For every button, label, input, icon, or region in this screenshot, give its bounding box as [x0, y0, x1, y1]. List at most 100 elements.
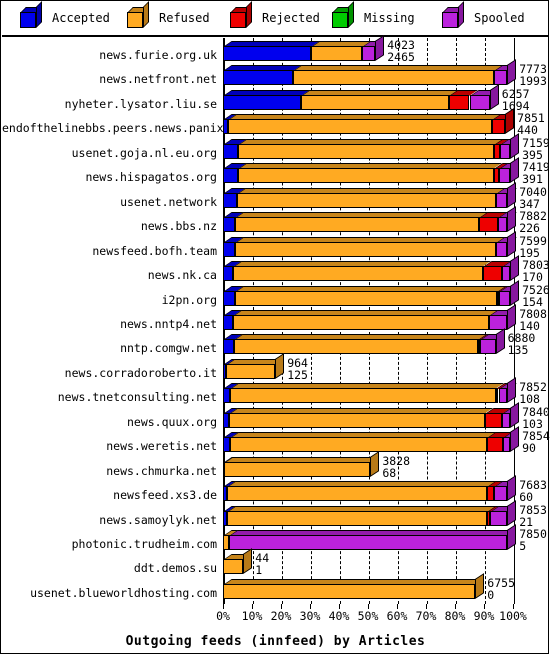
bar-value-secondary: 1993	[519, 74, 547, 89]
bar-segment-refused	[226, 486, 487, 502]
bar-value-secondary: 226	[519, 221, 540, 236]
bar-segment-accepted	[223, 143, 238, 159]
legend-swatch-icon	[442, 1, 468, 29]
category-label: endofthelinebbs.peers.news.panix.com	[2, 121, 252, 136]
bar-segment-spooled	[495, 192, 508, 208]
bar-value-total: 7853	[519, 502, 547, 517]
bar-end-cap	[507, 206, 517, 233]
bar-end-cap	[243, 548, 253, 575]
bar-value-secondary: 21	[519, 514, 534, 529]
bar-value-secondary: 135	[507, 343, 529, 358]
chart-frame: Accepted Refused Rejected Missing Spooled ne…	[0, 0, 550, 654]
bar-end-cap	[507, 230, 517, 257]
bar-segment-refused	[301, 94, 450, 110]
bar-segment-accepted	[223, 217, 236, 233]
legend-label: Rejected	[262, 11, 320, 25]
bar-segment-accepted	[223, 314, 233, 330]
bar-segment-spooled	[499, 143, 511, 159]
bar-segment-spooled	[497, 217, 508, 233]
bar-segment-rejected	[449, 94, 470, 110]
category-label: newsfeed.xs3.de	[113, 488, 217, 503]
table-row: 7599 195	[223, 230, 547, 263]
bar-value-secondary: 391	[522, 172, 543, 187]
bar-value-secondary: 108	[519, 392, 540, 407]
bar-end-cap	[507, 524, 517, 550]
bar-segment-refused	[227, 510, 487, 526]
x-tick-label: 100%	[499, 609, 527, 623]
x-tick-label: 50%	[357, 609, 379, 623]
category-label: ddt.demos.su	[133, 561, 217, 576]
category-label: news.tnetconsulting.net	[57, 390, 217, 405]
bar-value-secondary: 103	[522, 416, 543, 431]
bar-segment-spooled	[228, 535, 508, 550]
bar-value-secondary: 0	[487, 587, 495, 602]
table-row: 7852 108	[223, 377, 547, 409]
x-tick-label: 70%	[415, 609, 437, 623]
bar-segment-rejected	[486, 486, 495, 502]
bar-segment-accepted	[223, 192, 237, 208]
bar-segment-refused	[311, 46, 363, 61]
bar-segment-refused	[229, 412, 485, 428]
bar-end-cap	[507, 499, 517, 526]
category-label: news.hispagatos.org	[85, 170, 217, 185]
bar-segment-accepted	[223, 46, 312, 61]
table-row: 7526 154	[223, 279, 550, 312]
bar-segment-spooled	[495, 241, 508, 257]
x-tick-label: 10%	[241, 609, 263, 623]
x-tick-label: 90%	[473, 609, 495, 623]
bar-end-cap	[510, 132, 520, 159]
bar-segment-refused	[234, 241, 496, 257]
table-row: 7683 60	[223, 475, 547, 507]
bar-segment-accepted	[223, 290, 235, 306]
x-tick-label: 0%	[216, 609, 230, 623]
bar-segment-accepted	[223, 437, 230, 453]
bar-segment-refused	[233, 266, 483, 282]
category-label: news.nk.ca	[147, 268, 217, 283]
bar-segment-spooled	[489, 510, 508, 526]
bar-segment-refused	[234, 339, 478, 355]
category-label: news.furie.org.uk	[99, 48, 217, 62]
bar-end-cap	[507, 475, 517, 502]
bar-value-secondary: 395	[522, 147, 543, 162]
category-label: news.nntp4.net	[120, 316, 217, 331]
bar-value-secondary: 440	[517, 123, 538, 138]
x-tick-label: 80%	[444, 609, 466, 623]
legend-label: Spooled	[474, 11, 525, 25]
category-label: nntp.comgw.net	[120, 341, 217, 356]
legend-item-spooled: Spooled	[442, 1, 525, 29]
category-labels: news.furie.org.uk news.netfront.net nyhete…	[2, 38, 252, 604]
x-tick-label: 40%	[328, 609, 350, 623]
legend-item-missing: Missing	[332, 1, 415, 29]
bar-end-cap	[507, 304, 517, 330]
bar-end-cap	[507, 59, 517, 86]
bar-segment-spooled	[501, 266, 511, 282]
bar-segment-refused	[228, 119, 493, 135]
bar-end-cap	[475, 573, 485, 599]
legend-item-refused: Refused	[127, 1, 210, 29]
bar-segment-refused	[292, 70, 495, 86]
bar-segment-refused	[223, 559, 244, 575]
x-axis: 0% 10% 20% 30% 40% 50% 60% 70% 80% 90% 100%	[216, 604, 527, 624]
bar-segment-rejected	[478, 217, 498, 233]
table-row: 7419 391	[223, 157, 550, 189]
bar-value-secondary: 154	[522, 294, 543, 309]
bar-segment-rejected	[484, 412, 502, 428]
bar-segment-refused	[238, 168, 494, 184]
bar-segment-spooled	[498, 388, 508, 404]
bar-segment-rejected	[492, 119, 506, 135]
bar-end-cap	[370, 450, 380, 477]
bar-segment-refused	[223, 461, 371, 477]
bar-end-cap	[510, 279, 520, 306]
bar-segment-accepted	[223, 266, 234, 282]
bar-segment-refused	[235, 217, 479, 233]
bar-segment-accepted	[223, 241, 235, 257]
bar-segment-spooled	[501, 412, 511, 428]
table-row: 7808 140	[223, 304, 547, 336]
bar-value-total: 3828	[382, 453, 411, 468]
bar-value-total: 7040	[519, 184, 547, 199]
legend-swatch-icon	[230, 1, 256, 29]
category-label: usenet.network	[120, 194, 217, 209]
bar-segment-accepted	[223, 339, 235, 355]
bar-end-cap	[505, 108, 515, 135]
category-label: news.bbs.nz	[140, 219, 217, 234]
